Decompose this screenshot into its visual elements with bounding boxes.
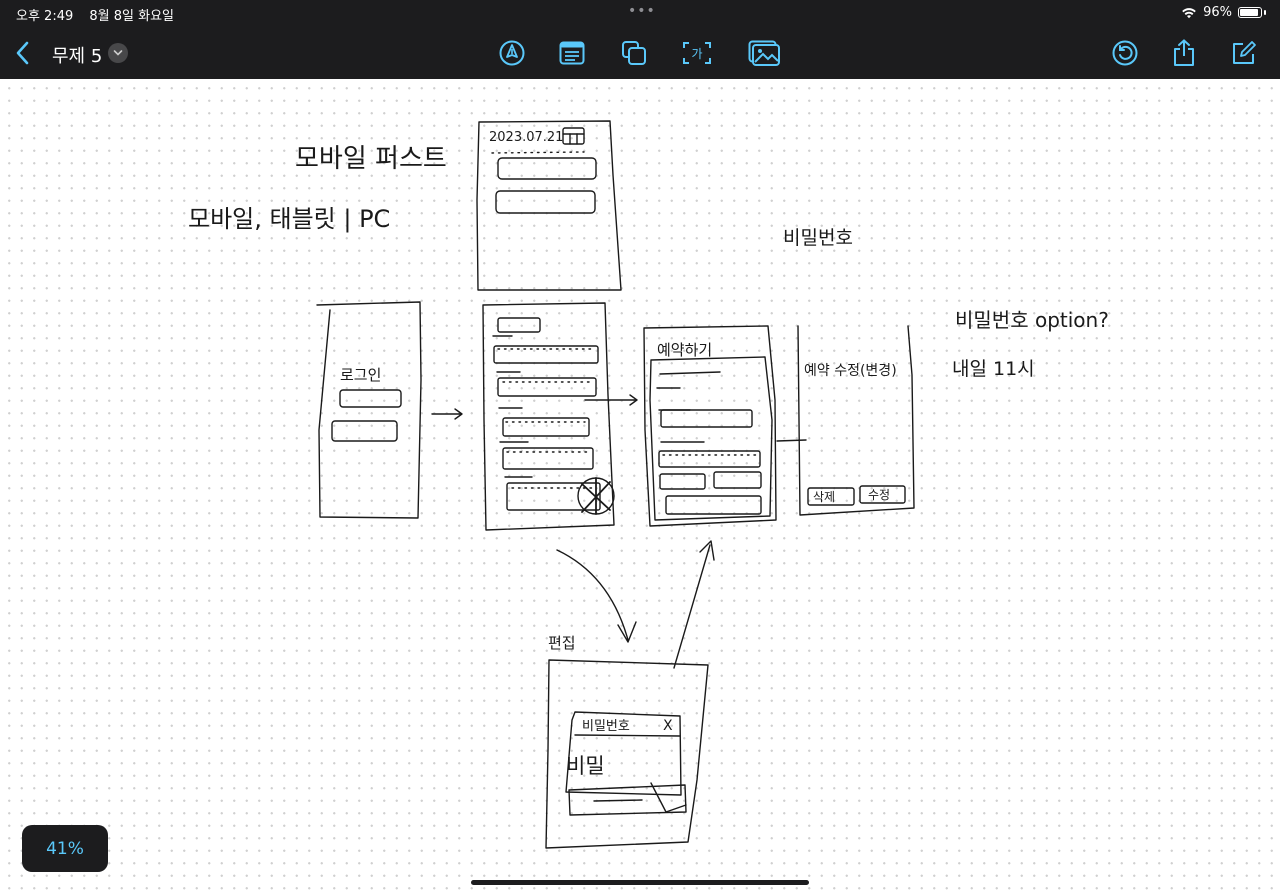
- wireframe-form-screen: [482, 302, 638, 531]
- text-tool-button[interactable]: 가: [680, 36, 714, 70]
- note-login: 로그인: [340, 366, 381, 384]
- note-reserve-confirm: 예약 수정(변경): [804, 363, 897, 379]
- new-note-button[interactable]: [1227, 36, 1261, 70]
- media-button[interactable]: [747, 36, 781, 70]
- multitasking-dots[interactable]: •••: [628, 3, 656, 19]
- note-mobile-first: 모바일 퍼스트: [295, 144, 447, 174]
- compose-icon: [1233, 41, 1256, 64]
- wifi-icon: [1182, 7, 1196, 18]
- shapes-button[interactable]: [617, 36, 651, 70]
- note-reservation: 예약하기: [657, 341, 712, 359]
- share-button[interactable]: [1167, 36, 1201, 70]
- note-password-option: 비밀번호 option?: [955, 308, 1109, 332]
- note-date: 2023.07.21: [489, 130, 563, 145]
- text-tool-glyph: 가: [691, 47, 702, 61]
- text-insert-icon: 가: [683, 42, 711, 64]
- battery-percent: 96%: [1203, 5, 1232, 20]
- battery-icon: [1238, 7, 1262, 18]
- arrow-from-edit: [673, 540, 715, 669]
- note-pw-short: 비밀: [566, 754, 605, 778]
- drawing-canvas[interactable]: 모바일 퍼스트 모바일, 태블릿 | PC 비밀번호 비밀번호 option? …: [0, 79, 1280, 894]
- wireframe-edit-screen: 편집 비밀번호 X 비밀: [545, 634, 709, 849]
- text-box-icon: [559, 41, 585, 65]
- chevron-down-icon: [113, 50, 123, 56]
- top-toolbar: 오후 2:49 8월 8일 화요일 ••• 96% 무제 5 가: [0, 0, 1280, 79]
- clock: 오후 2:49: [16, 9, 74, 24]
- wireframe-date-screen: 2023.07.21: [476, 120, 622, 291]
- note-devices: 모바일, 태블릿 | PC: [188, 205, 390, 233]
- zoom-level-badge[interactable]: 41%: [22, 825, 108, 872]
- note-close-x: X: [663, 718, 673, 734]
- note-password-modal: 비밀번호: [582, 719, 630, 734]
- wireframe-login-screen: 로그인: [316, 301, 463, 519]
- sketch-layer: 모바일 퍼스트 모바일, 태블릿 | PC 비밀번호 비밀번호 option? …: [188, 120, 1109, 849]
- note-password: 비밀번호: [783, 227, 853, 249]
- status-date: 8월 8일 화요일: [89, 9, 174, 24]
- note-tomorrow: 내일 11시: [952, 358, 1035, 380]
- undo-button[interactable]: [1108, 36, 1142, 70]
- status-time: 오후 2:49 8월 8일 화요일: [16, 5, 174, 24]
- document-title[interactable]: 무제 5: [52, 42, 102, 68]
- note-edit: 편집: [548, 634, 576, 652]
- note-delete: 삭제: [813, 490, 835, 504]
- arrow-to-edit: [556, 549, 637, 643]
- status-indicators: 96%: [1181, 5, 1266, 20]
- battery-nub: [1264, 10, 1266, 15]
- pen-tool-button[interactable]: [495, 36, 529, 70]
- title-menu-button[interactable]: [108, 43, 128, 63]
- share-icon: [1174, 39, 1194, 66]
- home-indicator[interactable]: [471, 880, 809, 885]
- shapes-icon: [622, 41, 646, 65]
- photo-icon: [748, 40, 780, 66]
- note-modify: 수정: [868, 488, 890, 502]
- pen-nib-icon: [499, 40, 525, 66]
- undo-icon: [1112, 40, 1138, 66]
- back-button[interactable]: [8, 38, 36, 68]
- text-format-button[interactable]: [555, 36, 589, 70]
- chevron-left-icon: [16, 41, 29, 65]
- wireframe-confirm-screen: 예약 수정(변경) 삭제 수정: [797, 325, 915, 516]
- wireframe-reservation-screen: 예약하기: [643, 325, 807, 527]
